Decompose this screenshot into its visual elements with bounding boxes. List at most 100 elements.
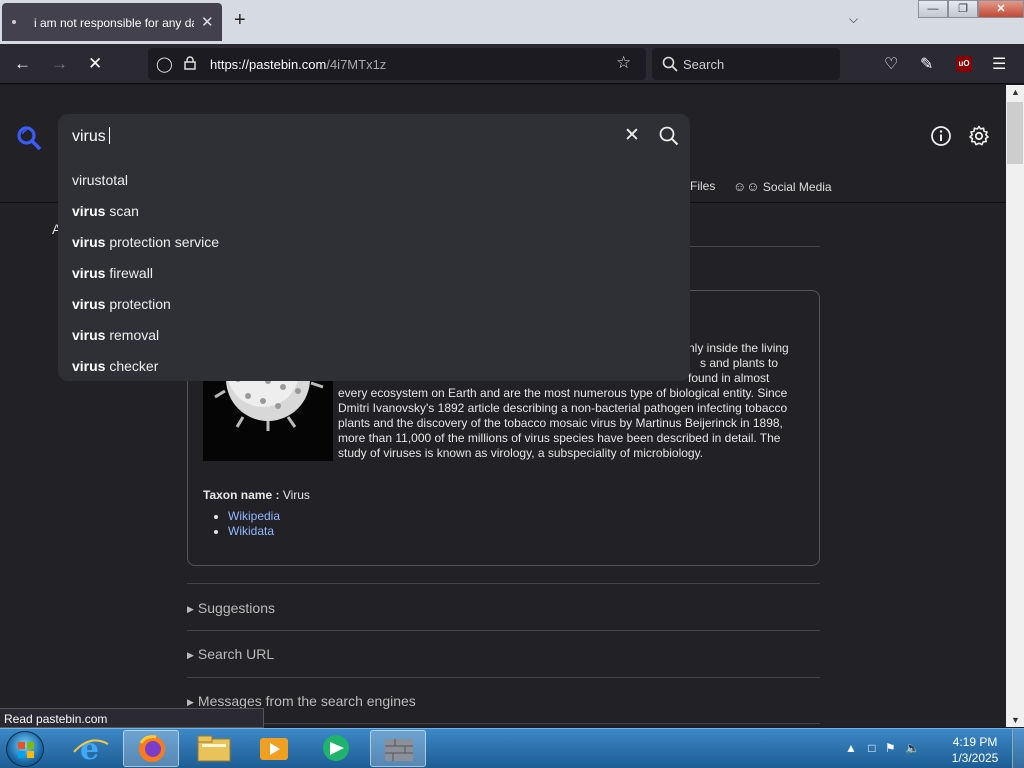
clear-search-icon[interactable]: ✕	[624, 124, 640, 147]
tab-close-icon[interactable]: ✕	[201, 13, 214, 31]
scrollbar-thumb[interactable]	[1007, 102, 1023, 164]
taxon-row: Taxon name : Virus	[203, 488, 310, 502]
firewall-app-taskbar-icon[interactable]	[370, 730, 426, 767]
suggestion-match: virus	[72, 327, 106, 343]
accordion-label: Search URL	[197, 646, 275, 662]
windows-logo-icon	[18, 742, 34, 758]
back-arrow-icon[interactable]: ←	[14, 54, 31, 74]
maximize-button[interactable]: ❐	[948, 0, 978, 18]
pocket-icon[interactable]: ♡	[884, 54, 898, 74]
taxon-label: Taxon name :	[203, 488, 280, 502]
suggestion-rest: protection service	[105, 234, 220, 250]
scroll-up-icon[interactable]: ▲	[1011, 87, 1020, 97]
url-path: /4i7MTx1z	[326, 57, 387, 72]
scroll-down-icon[interactable]: ▼	[1011, 715, 1020, 725]
page-scrollbar[interactable]: ▲ ▼	[1006, 85, 1024, 727]
show-desktop-button[interactable]	[1012, 729, 1024, 768]
search-input[interactable]: virus ✕	[58, 114, 690, 159]
accordion-label: Suggestions	[197, 600, 275, 616]
action-center-flag-icon[interactable]: ⚑	[885, 741, 896, 755]
wikidata-link[interactable]: Wikidata	[228, 524, 274, 538]
minimize-button[interactable]: —	[918, 0, 948, 18]
window-close-button[interactable]: ✕	[978, 0, 1024, 18]
searxng-logo-icon[interactable]	[16, 125, 42, 151]
divider	[187, 583, 820, 584]
url-domain: https://pastebin.com	[210, 57, 327, 72]
suggestion-match: virus	[72, 203, 106, 219]
url-bar[interactable]: ◯ https://pastebin.com/4i7MTx1z ☆	[148, 48, 646, 80]
tab-strip: i am not responsible for any da ✕ + ⌵ — …	[0, 0, 1024, 44]
network-icon[interactable]: □	[868, 741, 875, 755]
triangle-right-icon: ▶	[187, 604, 194, 614]
stop-loading-icon[interactable]: ✕	[88, 54, 102, 74]
suggestion-item[interactable]: virus checker	[58, 353, 690, 384]
tab-social-media-label: Social Media	[762, 180, 832, 194]
page-content: virus ✕ Files ☺☺ Social Media virustotal…	[0, 85, 1006, 727]
info-icon[interactable]	[930, 125, 952, 147]
bookmark-star-icon[interactable]: ☆	[616, 53, 631, 73]
shield-icon[interactable]: ◯	[156, 55, 173, 73]
suggestion-rest: removal	[105, 327, 160, 343]
autocomplete-dropdown: virustotal virus scan virus protection s…	[58, 159, 690, 381]
search-query-text: virus	[72, 128, 106, 145]
file-explorer-taskbar-icon[interactable]	[186, 730, 242, 767]
menu-icon[interactable]: ☰	[992, 54, 1006, 74]
list-tabs-chevron-icon[interactable]: ⌵	[849, 12, 858, 27]
tab-files[interactable]: Files	[690, 179, 715, 193]
suggestion-match: virus	[72, 265, 106, 281]
people-icon: ☺☺	[733, 179, 760, 194]
clock-date: 1/3/2025	[951, 751, 999, 765]
suggestion-item[interactable]: virus scan	[58, 198, 690, 229]
tab-social-media[interactable]: ☺☺ Social Media	[733, 179, 832, 194]
suggestion-match: virus	[72, 234, 106, 250]
system-clock[interactable]: 4:19 PM 1/3/2025	[945, 734, 1005, 766]
lock-icon[interactable]	[184, 56, 196, 70]
suggestion-item[interactable]: virus removal	[58, 322, 690, 353]
start-button[interactable]	[6, 731, 44, 767]
suggestion-match: virus	[72, 296, 106, 312]
browser-tab[interactable]: i am not responsible for any da ✕	[2, 3, 222, 41]
accordion-search-url[interactable]: ▶ Search URL	[187, 646, 820, 662]
extensions-icon[interactable]: ✎	[920, 54, 933, 74]
suggestion-rest: checker	[105, 358, 159, 374]
tab-title: i am not responsible for any da	[34, 16, 194, 30]
green-app-taskbar-icon[interactable]	[308, 730, 364, 767]
search-submit-icon[interactable]	[659, 126, 679, 146]
accordion-label: Messages from the search engines	[197, 693, 416, 709]
status-text: Read pastebin.com	[0, 708, 264, 728]
windows-taskbar: e ▲ □ ⚑ 🔈 4:19 PM 1/3/2025	[0, 728, 1024, 768]
divider	[187, 630, 820, 631]
settings-gear-icon[interactable]	[968, 125, 990, 147]
suggestion-item[interactable]: virus protection service	[58, 229, 690, 260]
list-item: Wikidata	[228, 524, 280, 539]
divider	[187, 723, 820, 724]
suggestion-rest: protection	[105, 296, 171, 312]
suggestion-rest: scan	[105, 203, 139, 219]
tab-loading-icon	[12, 20, 16, 24]
suggestion-item[interactable]: virus firewall	[58, 260, 690, 291]
new-tab-icon[interactable]: +	[234, 9, 246, 32]
search-query[interactable]: virus	[72, 127, 110, 146]
suggestion-rest: firewall	[105, 265, 153, 281]
suggestion-item[interactable]: virustotal	[58, 167, 690, 198]
show-hidden-icons-icon[interactable]: ▲	[845, 741, 857, 755]
suggestion-match: virus	[72, 358, 106, 374]
accordion-engine-messages[interactable]: ▶ Messages from the search engines	[187, 693, 820, 709]
suggestion-item[interactable]: virus protection	[58, 291, 690, 322]
accordion-suggestions[interactable]: ▶ Suggestions	[187, 600, 820, 616]
wikipedia-link[interactable]: Wikipedia	[228, 509, 280, 523]
firefox-taskbar-icon[interactable]	[123, 730, 179, 767]
search-placeholder: Search	[683, 57, 725, 72]
infobox-links: Wikipedia Wikidata	[228, 509, 280, 539]
text-caret	[108, 127, 110, 144]
media-player-taskbar-icon[interactable]	[246, 730, 302, 767]
suggestion-rest: virustotal	[72, 172, 129, 188]
volume-muted-icon[interactable]: 🔈	[905, 741, 920, 755]
internet-explorer-taskbar-icon[interactable]: e	[62, 730, 118, 767]
triangle-right-icon: ▶	[187, 650, 194, 660]
browser-search-box[interactable]: Search	[652, 48, 840, 80]
svg-text:e: e	[80, 732, 99, 767]
window-controls: — ❐ ✕	[918, 0, 1024, 20]
forward-arrow-icon[interactable]: →	[51, 54, 68, 74]
ublock-origin-icon[interactable]: uO	[956, 56, 972, 72]
